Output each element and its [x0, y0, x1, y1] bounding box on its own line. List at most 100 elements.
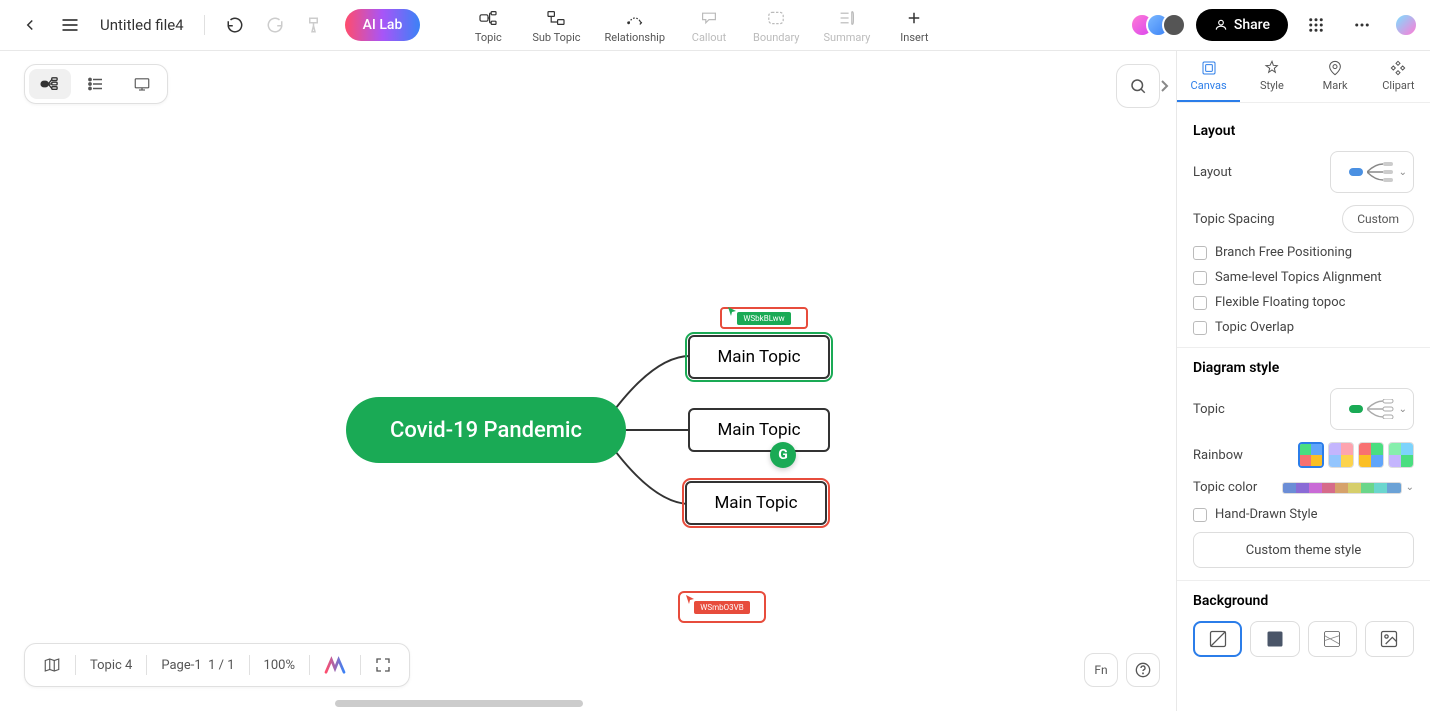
- checkbox-icon: [1193, 246, 1207, 260]
- main-topic-2[interactable]: Main Topic: [688, 408, 830, 452]
- tool-boundary: Boundary: [745, 3, 807, 48]
- share-button[interactable]: Share: [1196, 9, 1288, 41]
- collaborator-avatars[interactable]: [1130, 13, 1186, 37]
- check-label: Hand-Drawn Style: [1215, 507, 1318, 522]
- user-label: WSbkBLww: [737, 312, 790, 325]
- main-topic-3[interactable]: Main Topic: [685, 481, 827, 525]
- map-overview-icon[interactable]: [33, 644, 71, 686]
- rainbow-option-1[interactable]: [1298, 442, 1324, 468]
- tab-mark[interactable]: Mark: [1304, 51, 1367, 102]
- spacing-row: Topic Spacing Custom: [1193, 205, 1414, 233]
- fn-button[interactable]: Fn: [1084, 653, 1118, 687]
- separator: [146, 655, 147, 675]
- help-button[interactable]: [1126, 653, 1160, 687]
- topic-style-dropdown[interactable]: ⌄: [1330, 388, 1414, 430]
- avatar: [1162, 13, 1186, 37]
- tool-insert[interactable]: Insert: [886, 3, 942, 48]
- tool-label: Callout: [692, 31, 726, 44]
- boundary-icon: [765, 7, 787, 29]
- checkbox-icon: [1193, 271, 1207, 285]
- topic-color-picker[interactable]: ⌄: [1282, 482, 1414, 494]
- checkbox-icon: [1193, 508, 1207, 522]
- collapse-panel-icon[interactable]: [1152, 64, 1176, 108]
- canvas[interactable]: Covid-19 Pandemic Main Topic Main Topic …: [0, 51, 1176, 711]
- check-label: Same-level Topics Alignment: [1215, 270, 1382, 285]
- redo-icon: [257, 7, 293, 43]
- fullscreen-icon[interactable]: [365, 644, 401, 686]
- tab-canvas[interactable]: Canvas: [1177, 51, 1240, 102]
- bottom-right-buttons: Fn: [1084, 653, 1160, 687]
- file-title[interactable]: Untitled file4: [100, 16, 184, 34]
- user-avatar[interactable]: [1394, 13, 1418, 37]
- tool-label: Summary: [823, 31, 870, 44]
- apps-icon[interactable]: [1298, 7, 1334, 43]
- page-nav: 1 / 1: [208, 658, 234, 673]
- menu-icon[interactable]: [52, 7, 88, 43]
- divider: [1177, 347, 1430, 348]
- layout-thumbnail: [1349, 162, 1395, 182]
- user-label: WSmbO3VB: [694, 601, 749, 614]
- right-panel: Canvas Style Mark Clipart Layout Layout …: [1176, 51, 1430, 711]
- rainbow-option-2[interactable]: [1328, 442, 1354, 468]
- zoom-level[interactable]: 100%: [254, 644, 305, 686]
- divider: [1177, 580, 1430, 581]
- bg-option-pattern[interactable]: [1308, 621, 1357, 657]
- bg-option-none[interactable]: [1193, 621, 1242, 657]
- tab-clipart[interactable]: Clipart: [1367, 51, 1430, 102]
- section-title-layout: Layout: [1193, 123, 1414, 139]
- search-icon: [1129, 77, 1147, 95]
- back-icon[interactable]: [12, 7, 48, 43]
- separator: [204, 15, 205, 35]
- tool-subtopic[interactable]: Sub Topic: [524, 3, 588, 48]
- subtopic-icon: [545, 7, 567, 29]
- panel-tabs: Canvas Style Mark Clipart: [1177, 51, 1430, 103]
- rainbow-label: Rainbow: [1193, 448, 1243, 463]
- more-icon[interactable]: [1344, 7, 1380, 43]
- custom-theme-button[interactable]: Custom theme style: [1193, 532, 1414, 568]
- tool-label: Topic: [475, 31, 502, 44]
- check-label: Topic Overlap: [1215, 320, 1294, 335]
- separator: [360, 655, 361, 675]
- tab-label: Canvas: [1191, 79, 1227, 92]
- tab-style[interactable]: Style: [1240, 51, 1303, 102]
- rainbow-option-3[interactable]: [1358, 442, 1384, 468]
- ai-lab-button[interactable]: AI Lab: [345, 9, 421, 41]
- spacing-button[interactable]: Custom: [1342, 205, 1414, 233]
- separator: [309, 655, 310, 675]
- check-hand-drawn[interactable]: Hand-Drawn Style: [1193, 507, 1414, 522]
- top-toolbar: Untitled file4 AI Lab Topic Sub Topic Re…: [0, 0, 1430, 51]
- spacing-label: Topic Spacing: [1193, 212, 1275, 227]
- check-flexible-floating[interactable]: Flexible Floating topoc: [1193, 295, 1414, 310]
- tool-label: Sub Topic: [532, 31, 580, 44]
- checkbox-icon: [1193, 296, 1207, 310]
- page-indicator[interactable]: Page-1 1 / 1: [151, 644, 244, 686]
- tab-label: Style: [1260, 79, 1284, 92]
- topic-count[interactable]: Topic 4: [80, 644, 142, 686]
- check-branch-free[interactable]: Branch Free Positioning: [1193, 245, 1414, 260]
- layout-dropdown[interactable]: ⌄: [1330, 151, 1414, 193]
- ai-icon[interactable]: [314, 644, 356, 686]
- grammarly-badge[interactable]: G: [770, 442, 796, 468]
- user-cursor-label-bottom: WSmbO3VB: [678, 591, 766, 623]
- horizontal-scrollbar[interactable]: [335, 700, 583, 707]
- topic-color-row: Topic color ⌄: [1193, 480, 1414, 495]
- tool-relationship[interactable]: Relationship: [597, 3, 673, 48]
- bg-option-solid[interactable]: [1250, 621, 1299, 657]
- style-tab-icon: [1263, 59, 1281, 77]
- summary-icon: [836, 7, 858, 29]
- undo-icon[interactable]: [217, 7, 253, 43]
- canvas-tab-icon: [1200, 59, 1218, 77]
- chevron-down-icon: ⌄: [1399, 167, 1407, 178]
- bg-option-image[interactable]: [1365, 621, 1414, 657]
- top-right-group: Share: [1130, 7, 1418, 43]
- central-topic[interactable]: Covid-19 Pandemic: [346, 397, 626, 463]
- top-left-group: Untitled file4 AI Lab: [12, 7, 420, 43]
- rainbow-option-4[interactable]: [1388, 442, 1414, 468]
- rainbow-options: [1298, 442, 1414, 468]
- check-same-level[interactable]: Same-level Topics Alignment: [1193, 270, 1414, 285]
- section-title-background: Background: [1193, 593, 1414, 609]
- main-topic-1[interactable]: Main Topic: [688, 335, 830, 379]
- tool-topic[interactable]: Topic: [460, 3, 516, 48]
- check-topic-overlap[interactable]: Topic Overlap: [1193, 320, 1414, 335]
- tool-label: Boundary: [753, 31, 799, 44]
